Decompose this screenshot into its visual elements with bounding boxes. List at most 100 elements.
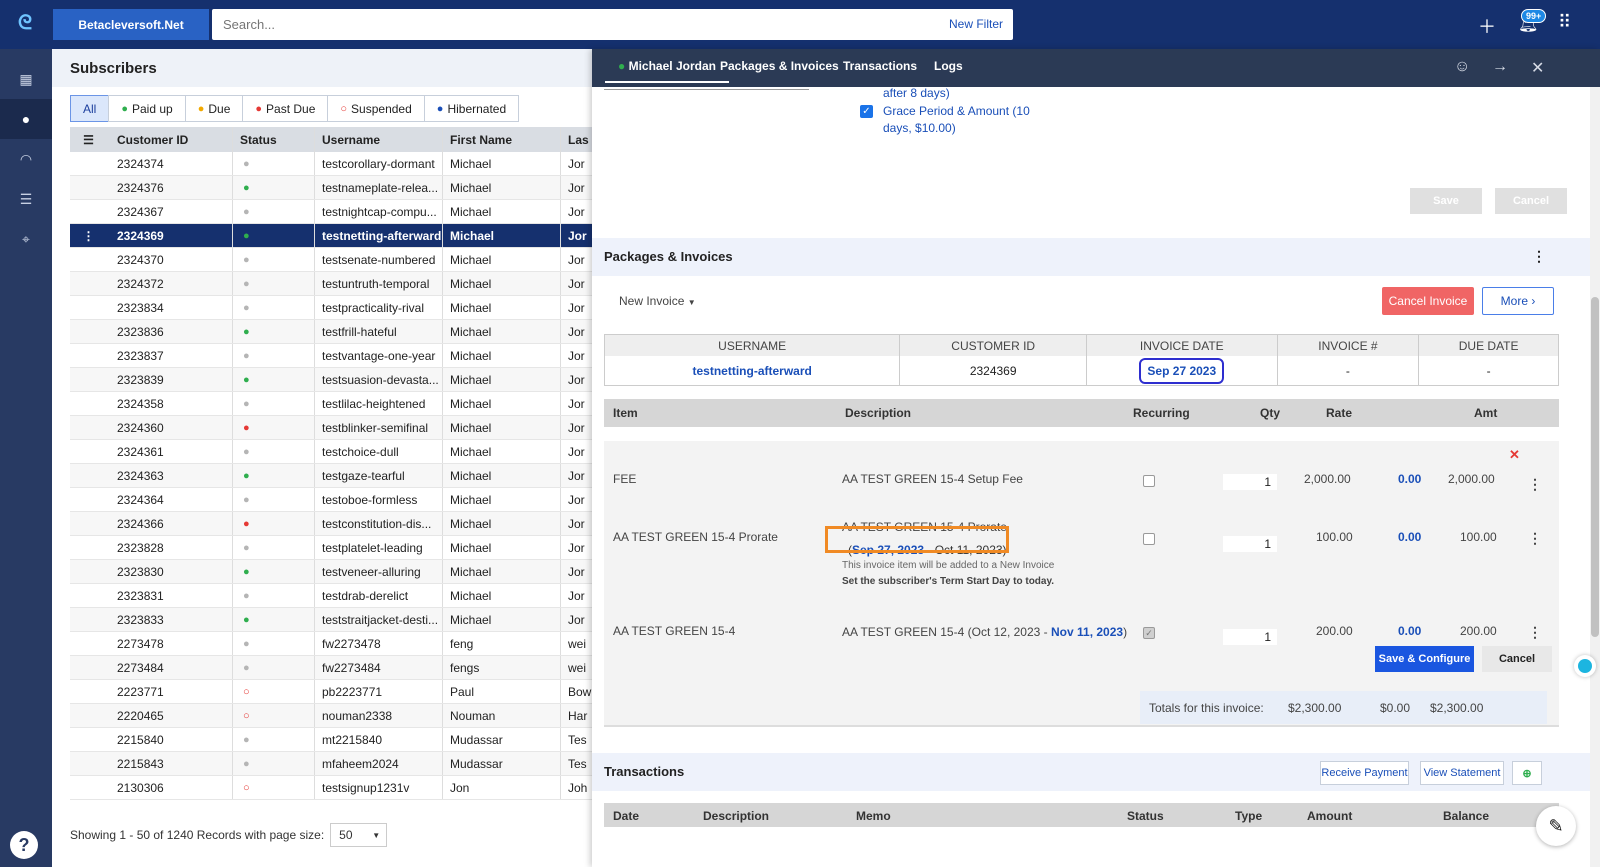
row-menu-icon[interactable] (70, 176, 107, 199)
set-term-start-link[interactable]: Set the subscriber's Term Start Day to t… (842, 576, 1054, 587)
table-row[interactable]: 2324358 ● testlilac-heightened Michael Jor (70, 392, 592, 416)
table-row[interactable]: 2273478 ● fw2273478 feng wei (70, 632, 592, 656)
row-menu-icon[interactable] (70, 248, 107, 271)
row-menu-icon[interactable] (70, 656, 107, 679)
recurring-checkbox[interactable] (1143, 533, 1155, 545)
app-logo-icon[interactable]: ᘓ (18, 12, 40, 36)
apps-grid-icon[interactable]: ⠿ (1558, 12, 1571, 33)
row-menu-icon[interactable] (70, 488, 107, 511)
table-row[interactable]: 2324364 ● testoboe-formless Michael Jor (70, 488, 592, 512)
search-input[interactable] (212, 9, 892, 40)
invoice-date-field[interactable]: Sep 27 2023 (1139, 357, 1225, 384)
search-box[interactable]: New Filter (212, 9, 1013, 40)
dashboard-icon[interactable]: ▦ (0, 59, 52, 99)
row-kebab-icon[interactable]: ⋮ (1528, 530, 1542, 547)
cancel-invoice-button[interactable]: Cancel Invoice (1382, 287, 1474, 315)
save-button[interactable]: Save (1410, 188, 1482, 214)
discount-value[interactable]: 0.00 (1398, 530, 1421, 544)
row-kebab-icon[interactable]: ⋮ (1528, 476, 1542, 493)
table-row[interactable]: 2223771 ○ pb2223771 Paul Bow (70, 680, 592, 704)
filter-all[interactable]: All (70, 95, 110, 122)
tab-michael-jordan[interactable]: ● Michael Jordan (605, 59, 729, 83)
table-row[interactable]: 2323831 ● testdrab-derelict Michael Jor (70, 584, 592, 608)
delete-x-icon[interactable]: ✕ (1509, 447, 1520, 463)
row-menu-icon[interactable] (70, 200, 107, 223)
location-pin-icon[interactable]: ⌖ (0, 219, 52, 259)
row-menu-icon[interactable] (70, 272, 107, 295)
more-button[interactable]: More › (1482, 287, 1554, 315)
row-menu-icon[interactable] (70, 752, 107, 775)
table-row[interactable]: 2323837 ● testvantage-one-year Michael Jor (70, 344, 592, 368)
cancel-edit-button[interactable]: Cancel (1482, 646, 1552, 672)
period-end-date[interactable]: Nov 11, 2023 (1051, 625, 1123, 639)
cancel-button[interactable]: Cancel (1495, 188, 1567, 214)
filter-hibernated[interactable]: ● Hibernated (423, 95, 520, 122)
row-menu-icon[interactable] (70, 464, 107, 487)
help-icon[interactable]: ? (10, 831, 38, 859)
table-row[interactable]: 2323839 ● testsuasion-devasta... Michael Jor (70, 368, 592, 392)
table-row[interactable]: 2324361 ● testchoice-dull Michael Jor (70, 440, 592, 464)
table-row[interactable]: 2220465 ○ nouman2338 Nouman Har (70, 704, 592, 728)
qty-input[interactable]: 1 (1223, 474, 1277, 490)
table-row[interactable]: 2130306 ○ testsignup1231v Jon Joh (70, 776, 592, 800)
table-row[interactable]: ⋮ 2324369 ● testnetting-afterward Michael Jor (70, 224, 592, 248)
username-link[interactable]: testnetting-afterward (693, 364, 812, 378)
row-menu-icon[interactable] (70, 368, 107, 391)
tab-logs[interactable]: Logs (934, 59, 963, 73)
col-username[interactable]: Username (314, 127, 442, 152)
edit-pen-icon[interactable]: ✎ (1536, 806, 1576, 846)
filter-past-due[interactable]: ● Past Due (242, 95, 329, 122)
table-row[interactable]: 2273484 ● fw2273484 fengs wei (70, 656, 592, 680)
kebab-menu-icon[interactable]: ⋮ (1532, 248, 1546, 265)
row-menu-icon[interactable] (70, 344, 107, 367)
row-menu-icon[interactable] (70, 536, 107, 559)
support-headset-icon[interactable]: ◠ (0, 139, 52, 179)
quickbooks-icon[interactable]: ⊕ (1512, 761, 1542, 785)
checkbox-checked-icon[interactable]: ✓ (860, 105, 873, 118)
row-menu-icon[interactable] (70, 776, 107, 799)
tab-transactions[interactable]: Transactions (843, 59, 917, 73)
table-row[interactable]: 2324370 ● testsenate-numbered Michael Jor (70, 248, 592, 272)
discount-value[interactable]: 0.00 (1398, 624, 1421, 638)
col-customer-id[interactable]: Customer ID (107, 127, 232, 152)
close-icon[interactable]: ✕ (1531, 58, 1544, 78)
table-row[interactable]: 2324374 ● testcorollary-dormant Michael Jor (70, 152, 592, 176)
smiley-icon[interactable]: ☺ (1454, 58, 1470, 76)
new-invoice-dropdown[interactable]: New Invoice ▼ (619, 294, 696, 308)
row-menu-icon[interactable] (70, 608, 107, 631)
row-menu-icon[interactable]: ⋮ (70, 224, 107, 247)
qty-input[interactable]: 1 (1223, 536, 1277, 552)
row-menu-icon[interactable] (70, 680, 107, 703)
row-menu-icon[interactable] (70, 416, 107, 439)
arrow-right-icon[interactable]: → (1492, 58, 1508, 76)
receive-payment-button[interactable]: Receive Payment (1320, 761, 1409, 785)
table-row[interactable]: 2324372 ● testuntruth-temporal Michael Jor (70, 272, 592, 296)
row-menu-icon[interactable] (70, 440, 107, 463)
table-row[interactable]: 2323830 ● testveneer-alluring Michael Jor (70, 560, 592, 584)
table-row[interactable]: 2215843 ● mfaheem2024 Mudassar Tes (70, 752, 592, 776)
row-menu-icon[interactable] (70, 728, 107, 751)
row-menu-icon[interactable] (70, 392, 107, 415)
new-filter-link[interactable]: New Filter (949, 17, 1003, 31)
row-menu-icon[interactable] (70, 320, 107, 343)
subscribers-icon[interactable]: ● (0, 99, 52, 139)
scrollbar-thumb[interactable] (1591, 297, 1599, 637)
column-menu-icon[interactable]: ☰ (70, 127, 107, 152)
recurring-checkbox[interactable] (1143, 475, 1155, 487)
account-selector[interactable]: Betacleversoft.Net (53, 9, 209, 40)
row-menu-icon[interactable] (70, 632, 107, 655)
col-status[interactable]: Status (232, 127, 314, 152)
col-last-name[interactable]: Las (560, 127, 592, 152)
row-menu-icon[interactable] (70, 296, 107, 319)
col-first-name[interactable]: First Name (442, 127, 560, 152)
table-row[interactable]: 2324360 ● testblinker-semifinal Michael Jor (70, 416, 592, 440)
row-menu-icon[interactable] (70, 512, 107, 535)
table-row[interactable]: 2323828 ● testplatelet-leading Michael Jor (70, 536, 592, 560)
table-row[interactable]: 2323836 ● testfrill-hateful Michael Jor (70, 320, 592, 344)
drawer-scrollbar[interactable] (1590, 87, 1600, 867)
list-icon[interactable]: ☰ (0, 179, 52, 219)
discount-value[interactable]: 0.00 (1398, 472, 1421, 486)
add-icon[interactable]: ＋ (1478, 13, 1496, 39)
row-menu-icon[interactable] (70, 584, 107, 607)
page-size-select[interactable]: 50 ▼ (330, 823, 388, 847)
